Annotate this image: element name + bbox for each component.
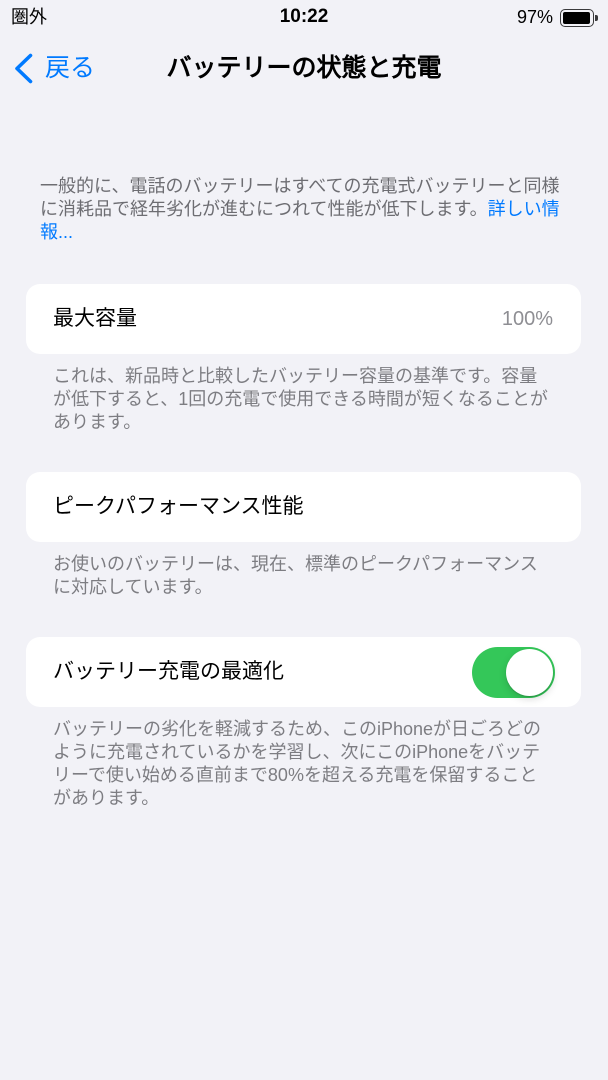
max-capacity-footer: これは、新品時と比較したバッテリー容量の基準です。容量が低下すると、1回の充電で… <box>53 366 548 432</box>
settings-content: 一般的に、電話のバッテリーはすべての充電式バッテリーと同様に消耗品で経年劣化が進… <box>0 0 608 810</box>
optimized-charging-footer: バッテリーの劣化を軽減するため、このiPhoneが日ごろどのように充電されている… <box>53 719 542 808</box>
max-capacity-value: 100% <box>501 308 553 330</box>
peak-performance-footer: お使いのバッテリーは、現在、標準のピークパフォーマンスに対応しています。 <box>53 554 538 597</box>
intro-text: 一般的に、電話のバッテリーはすべての充電式バッテリーと同様に消耗品で経年劣化が進… <box>40 176 560 219</box>
optimized-charging-row: バッテリー充電の最適化 <box>26 637 581 707</box>
peak-performance-row: ピークパフォーマンス性能 <box>26 472 581 542</box>
optimized-charging-toggle[interactable] <box>472 646 555 698</box>
max-capacity-label: 最大容量 <box>53 307 137 330</box>
max-capacity-row: 最大容量 100% <box>26 284 581 354</box>
peak-performance-label: ピークパフォーマンス性能 <box>53 495 304 518</box>
optimized-charging-label: バッテリー充電の最適化 <box>53 660 284 683</box>
toggle-knob[interactable] <box>506 648 553 696</box>
intro-paragraph: 一般的に、電話のバッテリーはすべての充電式バッテリーと同様に消耗品で経年劣化が進… <box>40 175 570 244</box>
